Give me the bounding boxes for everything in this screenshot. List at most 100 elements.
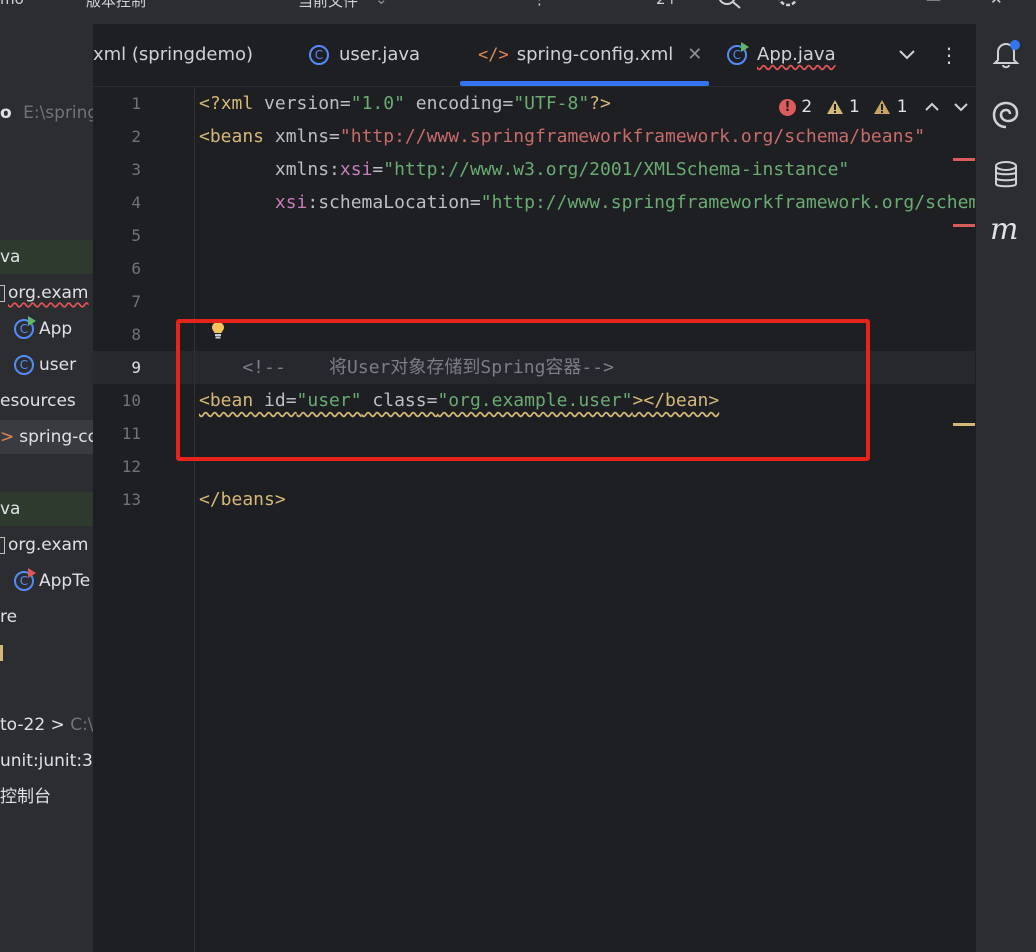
code-line-2: <beans xmlns="http://www.springframework…: [199, 126, 926, 147]
tree-item-file[interactable]: [0, 636, 93, 670]
tree-item-label: to-22 >: [0, 715, 65, 735]
tree-item-label: user: [39, 355, 77, 375]
tab-label: App.java: [757, 44, 836, 65]
tree-item-label: va: [0, 499, 21, 519]
tree-item-test-java[interactable]: va: [0, 492, 93, 526]
close-tab-icon[interactable]: ✕: [687, 44, 702, 65]
tree-item-label: 控制台: [0, 787, 51, 807]
class-icon: C: [14, 355, 34, 375]
chevron-down-icon[interactable]: ⌄: [375, 0, 388, 8]
code-line-1: <?xml version="1.0" encoding="UTF-8"?>: [199, 93, 611, 114]
add-user-icon[interactable]: 2+: [656, 0, 678, 8]
tree-item-target[interactable]: re: [0, 600, 93, 634]
code-line-4: xsi:schemaLocation="http://www.springfra…: [274, 192, 975, 213]
run-class-icon: C: [14, 316, 36, 339]
weak-warning-icon: [826, 100, 843, 114]
chevron-down-icon[interactable]: [954, 102, 969, 112]
editor-tab-bar: xml (springdemo) Cuser.java </> spring-co…: [93, 24, 975, 87]
line-number: 13: [121, 490, 141, 509]
tree-item-user[interactable]: Cuser: [0, 348, 93, 382]
tab-app-java[interactable]: C App.java: [727, 24, 836, 86]
run-config-selector[interactable]: 当前文件: [298, 0, 358, 11]
close-icon[interactable]: ✕: [990, 0, 1003, 8]
more-icon[interactable]: ⋮: [532, 0, 547, 8]
tab-label: spring-config.xml: [516, 44, 674, 65]
gear-icon[interactable]: [774, 0, 802, 10]
tree-item-jdk[interactable]: to-22 > C:\: [0, 708, 93, 742]
class-icon: C: [309, 45, 329, 65]
line-number: 1: [131, 94, 141, 113]
menu-item[interactable]: mo: [0, 0, 24, 8]
package-icon: [0, 284, 5, 302]
ai-assistant-icon[interactable]: [989, 98, 1023, 132]
notifications-icon[interactable]: [989, 38, 1023, 72]
tree-root[interactable]: o E:\spring: [0, 96, 93, 130]
line-number: 6: [131, 259, 141, 278]
tree-item-resources[interactable]: esources: [0, 384, 93, 418]
project-root-path: E:\spring: [23, 103, 93, 123]
run-class-icon: C: [727, 42, 749, 65]
project-tool-window: o E:\spring va org.exam C App Cuser esour…: [0, 24, 93, 952]
line-number: 3: [131, 160, 141, 179]
line-number: 12: [121, 457, 141, 476]
gutter-divider: [194, 87, 195, 952]
line-number: 10: [121, 391, 141, 410]
tree-item-label: org.exam: [8, 535, 89, 555]
error-stripe-mark[interactable]: [953, 158, 975, 161]
code-editor[interactable]: 1 2 3 4 5 6 7 8 9 10 11 12 13 <?xml vers…: [93, 87, 975, 952]
warning-icon: [874, 100, 891, 114]
inspection-widget[interactable]: ! 2 1 1: [779, 94, 969, 120]
warning-count: 1: [896, 97, 908, 117]
line-number: 11: [121, 424, 141, 443]
tree-item-console[interactable]: 控制台: [0, 780, 93, 814]
warning-stripe-mark[interactable]: [953, 423, 975, 426]
tree-item-path: C:\: [70, 715, 93, 735]
tab-label: user.java: [339, 44, 421, 65]
test-class-icon: C: [14, 568, 36, 591]
tree-item-label: spring-co: [19, 427, 93, 447]
tree-item-test-package[interactable]: org.exam: [0, 528, 93, 562]
search-icon[interactable]: [716, 0, 742, 10]
line-number: 2: [131, 127, 141, 146]
tab-spring-config-xml[interactable]: </> spring-config.xml ✕: [478, 24, 702, 86]
tree-item-package[interactable]: org.exam: [0, 276, 93, 310]
minimize-icon[interactable]: —: [926, 0, 941, 8]
tab-label: xml (springdemo): [93, 44, 254, 65]
tree-item-java[interactable]: va: [0, 240, 93, 274]
maven-icon[interactable]: m: [990, 212, 1018, 247]
tree-item-label: AppTe: [39, 571, 91, 591]
chevron-down-icon[interactable]: [898, 48, 916, 62]
active-tab-indicator: [460, 81, 709, 86]
chevron-up-icon[interactable]: [925, 102, 939, 112]
main-toolbar: mo 版本控制 当前文件 ⌄ ⋮ 2+ — ✕: [0, 0, 1036, 24]
tree-item-junit[interactable]: unit:junit:3: [0, 744, 93, 778]
code-line-3: xmlns:xsi="http://www.w3.org/2001/XMLSch…: [274, 159, 850, 180]
tree-item-label: unit:junit:3: [0, 751, 93, 771]
tree-item-label: org.exam: [8, 283, 89, 303]
tree-item-label: App: [39, 319, 73, 339]
tree-item-spring-config[interactable]: > spring-co: [0, 420, 93, 454]
line-number: 8: [131, 325, 141, 344]
line-number: 9: [131, 358, 141, 377]
line-number: 5: [131, 226, 141, 245]
right-tool-window-bar: m: [975, 24, 1036, 952]
weak-warning-count: 1: [849, 97, 860, 117]
tree-item-label: esources: [0, 391, 76, 411]
error-stripe-mark[interactable]: [953, 224, 975, 227]
tab-user-java[interactable]: Cuser.java: [309, 24, 420, 86]
more-icon[interactable]: ⋮: [939, 24, 959, 86]
xml-icon: </>: [478, 45, 509, 65]
database-icon[interactable]: [989, 158, 1023, 192]
line-number: 4: [131, 193, 141, 212]
tab-pom-xml[interactable]: xml (springdemo): [93, 24, 253, 86]
highlight-annotation-box: [176, 319, 870, 461]
tree-item-app[interactable]: C App: [0, 312, 93, 346]
tree-item-apptest[interactable]: C AppTe: [0, 564, 93, 598]
line-number: 7: [131, 292, 141, 311]
code-line-13: </beans>: [199, 489, 286, 510]
error-count: 2: [801, 97, 813, 117]
package-icon: [0, 536, 5, 554]
file-icon: [0, 645, 3, 661]
tree-item-label: re: [0, 607, 18, 627]
vcs-menu[interactable]: 版本控制: [86, 0, 146, 11]
